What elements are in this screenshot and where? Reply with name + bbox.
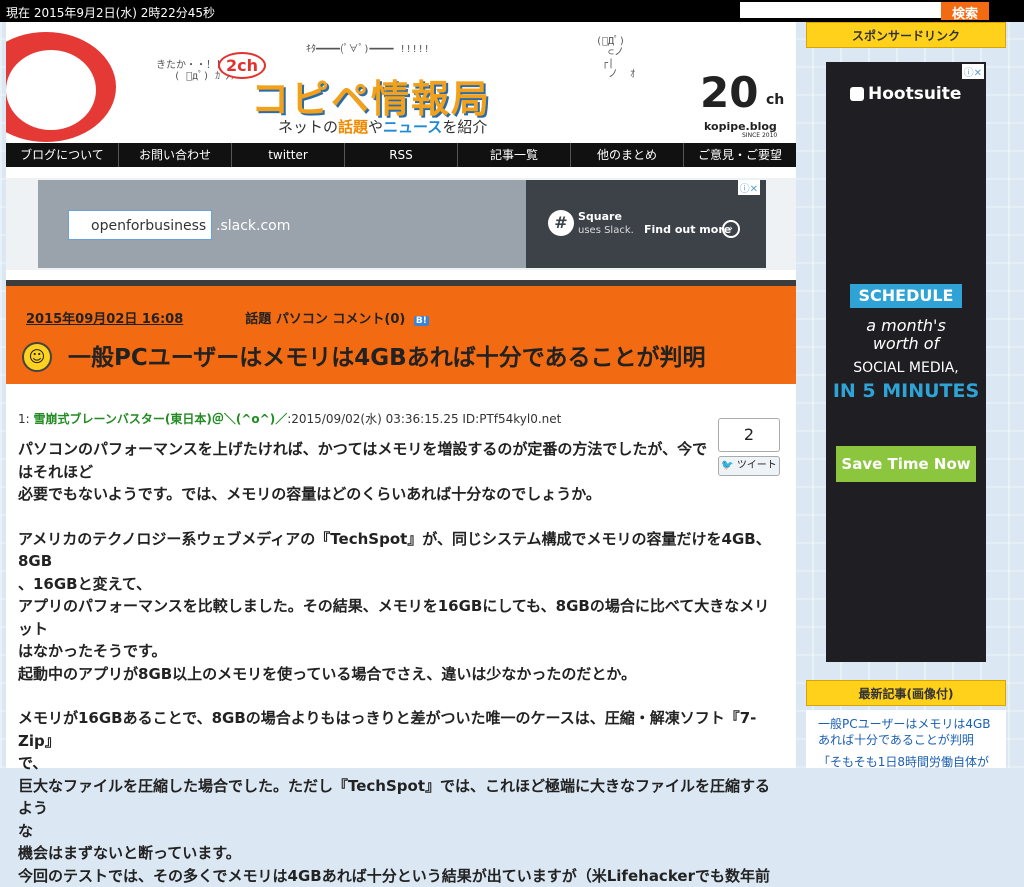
- ad-text-line: a month's: [826, 316, 986, 335]
- post-text: パソコンのパフォーマンスを上げたければ、かつてはメモリを増設するのが定番の方法で…: [18, 438, 778, 887]
- mascot-logo: [6, 32, 116, 142]
- subtitle-part: や: [368, 118, 383, 136]
- main-nav: ブログについて お問い合わせ twitter RSS 記事一覧 他のまとめ ご意…: [6, 143, 796, 167]
- sponsored-header: スポンサードリンク: [806, 22, 1006, 48]
- save-time-button[interactable]: Save Time Now: [836, 446, 976, 482]
- recent-article-link[interactable]: 「そもそも1日8時間労働自体が: [806, 748, 1006, 770]
- ascii-art-right: (ﾟДﾟ) ⊂ノ ┌| ノ ｵ: [596, 36, 635, 80]
- article-meta: 2015年09月02日 16:08話題 パソコン コメント(0) B!: [26, 308, 429, 327]
- arrow-right-icon: ›: [722, 220, 740, 238]
- post-line: パソコンのパフォーマンスを上げたければ、かつてはメモリを増設するのが定番の方法で…: [18, 438, 778, 461]
- ad-choices-icon[interactable]: ⓘ✕: [738, 180, 760, 195]
- anniversary-ch: ch: [766, 92, 784, 108]
- site-title[interactable]: コピペ情報局: [251, 68, 491, 123]
- post-line: メモリが16GBあることで、8GBの場合よりもはっきりと差がついた唯一のケースは…: [18, 707, 778, 752]
- poster-name: 雪崩式ブレーンバスター(東日本)＠＼(^o^)／: [34, 412, 288, 426]
- recent-articles-header: 最新記事(画像付): [806, 680, 1006, 706]
- ad-text-line: SOCIAL MEDIA,: [826, 360, 986, 376]
- post-line: 今回のテストでは、その多くでメモリは4GBあれば十分という結果が出ていますが（米…: [18, 865, 778, 887]
- post-line: アプリのパフォーマンスを比較しました。その結果、メモリを16GBにしても、8GB…: [18, 595, 778, 640]
- recent-article-link[interactable]: 一般PCユーザーはメモリは4GBあれば十分であることが判明: [806, 710, 1006, 748]
- current-time: 現在 2015年9月2日(水) 2時22分45秒: [6, 4, 215, 21]
- ad-banner: openforbusiness .slack.com # Square uses…: [6, 178, 796, 270]
- hootsuite-ad[interactable]: Hootsuite ⓘ✕ SCHEDULE a month's worth of…: [826, 62, 986, 662]
- search-button[interactable]: 検索: [941, 2, 989, 20]
- post-line: 巨大なファイルを圧縮した場合でした。ただし『TechSpot』では、これほど極端…: [18, 775, 778, 820]
- site-header[interactable]: きたか・・！！ ( ﾟдﾟ) ｶﾞﾀｯ ｷﾀ━━━━(ﾟ∀ﾟ)━━━━ !!!!…: [6, 22, 796, 142]
- nav-twitter[interactable]: twitter: [232, 143, 345, 167]
- post-line: 必要でもないようです。では、メモリの容量はどのくらいあれば十分なのでしょうか。: [18, 483, 778, 506]
- nav-about[interactable]: ブログについて: [6, 143, 119, 167]
- subtitle-part: 話題: [338, 118, 368, 136]
- nav-contact[interactable]: お問い合わせ: [119, 143, 232, 167]
- comments-close: ): [399, 312, 405, 327]
- category-link[interactable]: パソコン: [276, 312, 328, 327]
- anniversary-since: SINCE 2010: [742, 132, 777, 139]
- subtitle-part: を紹介: [442, 118, 487, 136]
- post-line: はなかったそうです。: [18, 640, 778, 663]
- site-subtitle: ネットの話題やニュースを紹介: [278, 116, 487, 137]
- sidebar: スポンサードリンク Hootsuite ⓘ✕ SCHEDULE a month'…: [806, 22, 1006, 768]
- post-line: 起動中のアプリが8GB以上のメモリを使っている場合でさえ、違いは少なかったのだと…: [18, 663, 778, 686]
- nav-other-matome[interactable]: 他のまとめ: [571, 143, 684, 167]
- anniversary-number: 20: [700, 68, 758, 117]
- post-header: 1: 雪崩式ブレーンバスター(東日本)＠＼(^o^)／:2015/09/02(水…: [18, 410, 561, 427]
- ascii-art-top: ｷﾀ━━━━(ﾟ∀ﾟ)━━━━ !!!!!: [306, 44, 430, 55]
- ad-slack-input: openforbusiness: [68, 210, 212, 240]
- article-date[interactable]: 2015年09月02日 16:08: [26, 312, 183, 327]
- square-logo-icon: #: [548, 210, 574, 236]
- category-label: 話題: [245, 312, 271, 327]
- comments-label[interactable]: コメント(: [332, 312, 390, 327]
- post-meta: :2015/09/02(水) 03:36:15.25 ID:PTf54kyl0.…: [287, 412, 561, 426]
- ad-find-out-link[interactable]: Find out more: [644, 223, 731, 236]
- ad-square-title: Square: [578, 210, 622, 223]
- ad-square-subtitle: uses Slack.: [578, 225, 634, 236]
- recent-articles-list: 一般PCユーザーはメモリは4GBあれば十分であることが判明 「そもそも1日8時間…: [806, 710, 1006, 768]
- ad-choices-icon[interactable]: ⓘ✕: [962, 64, 984, 79]
- hatena-bookmark-icon[interactable]: B!: [414, 316, 429, 326]
- ad-banner-image[interactable]: openforbusiness .slack.com # Square uses…: [38, 180, 766, 268]
- post-number: 1:: [18, 412, 30, 426]
- hootsuite-name: Hootsuite: [868, 84, 961, 104]
- post-line: はそれほど: [18, 461, 778, 484]
- article-header: 2015年09月02日 16:08話題 パソコン コメント(0) B! ☺ 一般…: [6, 280, 796, 384]
- nav-rss[interactable]: RSS: [345, 143, 458, 167]
- nav-feedback[interactable]: ご意見・ご要望: [684, 143, 796, 167]
- subtitle-part: ニュース: [383, 118, 442, 136]
- article-title: 一般PCユーザーはメモリは4GBあれば十分であることが判明: [68, 338, 705, 372]
- post-line: で、: [18, 752, 778, 775]
- nav-article-list[interactable]: 記事一覧: [458, 143, 571, 167]
- search-input[interactable]: [740, 2, 946, 18]
- post-line: アメリカのテクノロジー系ウェブメディアの『TechSpot』が、同じシステム構成…: [18, 528, 778, 573]
- ad-text-line: IN 5 MINUTES: [826, 380, 986, 402]
- post-line: な: [18, 820, 778, 843]
- owl-icon: [850, 87, 864, 101]
- hootsuite-logo: Hootsuite: [850, 84, 961, 104]
- post-body: 1: 雪崩式ブレーンバスター(東日本)＠＼(^o^)／:2015/09/02(水…: [6, 384, 796, 768]
- top-bar: 現在 2015年9月2日(水) 2時22分45秒 検索: [0, 0, 1024, 22]
- post-line: 機会はまずないと断っています。: [18, 842, 778, 865]
- ad-text-line: worth of: [826, 334, 986, 353]
- schedule-label: SCHEDULE: [850, 284, 962, 308]
- subtitle-part: ネットの: [278, 118, 338, 136]
- smiley-icon: ☺: [22, 342, 52, 372]
- post-line: 、16GBと変えて、: [18, 573, 778, 596]
- ad-slack-domain: .slack.com: [216, 218, 290, 234]
- main-column: きたか・・！！ ( ﾟдﾟ) ｶﾞﾀｯ ｷﾀ━━━━(ﾟ∀ﾟ)━━━━ !!!!…: [6, 22, 796, 768]
- anniversary-logo: 20 ch kopipe.blog SINCE 2010: [696, 68, 791, 138]
